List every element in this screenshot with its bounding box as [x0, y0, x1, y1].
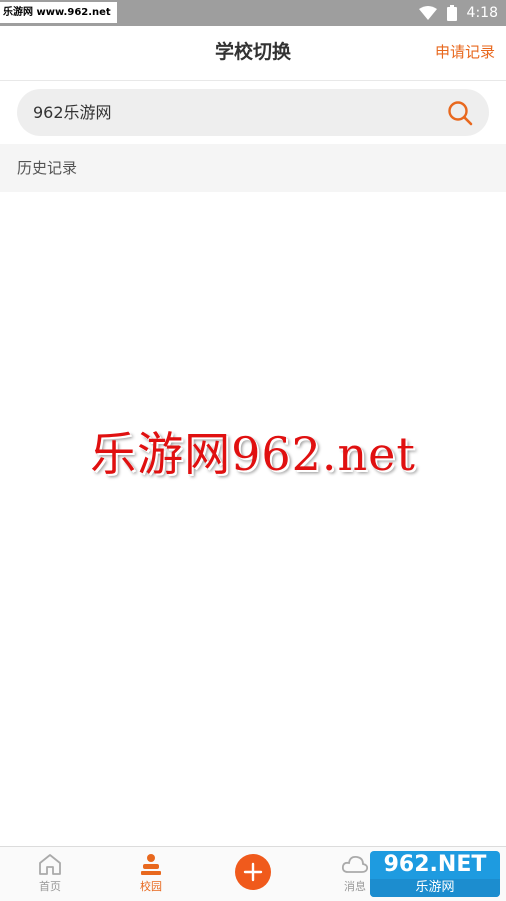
battery-icon [446, 5, 457, 21]
nav-item-campus[interactable]: 校园 [106, 847, 196, 901]
status-watermark: 乐游网 www.962.net [0, 2, 117, 23]
history-label: 历史记录 [17, 159, 78, 177]
search-input[interactable]: 962乐游网 [33, 89, 112, 136]
add-button[interactable] [235, 854, 271, 890]
nav-label-home: 首页 [39, 880, 61, 893]
status-icons: 4:18 [418, 0, 498, 26]
apply-record-link[interactable]: 申请记录 [435, 26, 495, 80]
badge-bottom-text: 乐游网 [370, 879, 500, 897]
search-box[interactable]: 962乐游网 [17, 89, 489, 136]
plus-icon [243, 862, 263, 882]
corner-watermark-badge: 962.NET 乐游网 [370, 851, 500, 897]
status-bar: 乐游网 www.962.net 4:18 [0, 0, 506, 26]
search-icon[interactable] [447, 100, 473, 130]
clock: 4:18 [466, 5, 498, 21]
campus-icon [139, 853, 163, 881]
home-icon [38, 853, 62, 879]
nav-item-home[interactable]: 首页 [5, 847, 95, 901]
watermark-text: 乐游网962.net [90, 427, 416, 481]
page-title: 学校切换 [214, 41, 291, 63]
header: 学校切换 申请记录 [0, 26, 506, 81]
wifi-icon [418, 6, 437, 20]
history-section: 历史记录 [0, 144, 506, 192]
cloud-icon [341, 853, 369, 879]
nav-label-campus: 校园 [140, 880, 162, 893]
badge-top-text: 962.NET [383, 852, 487, 877]
